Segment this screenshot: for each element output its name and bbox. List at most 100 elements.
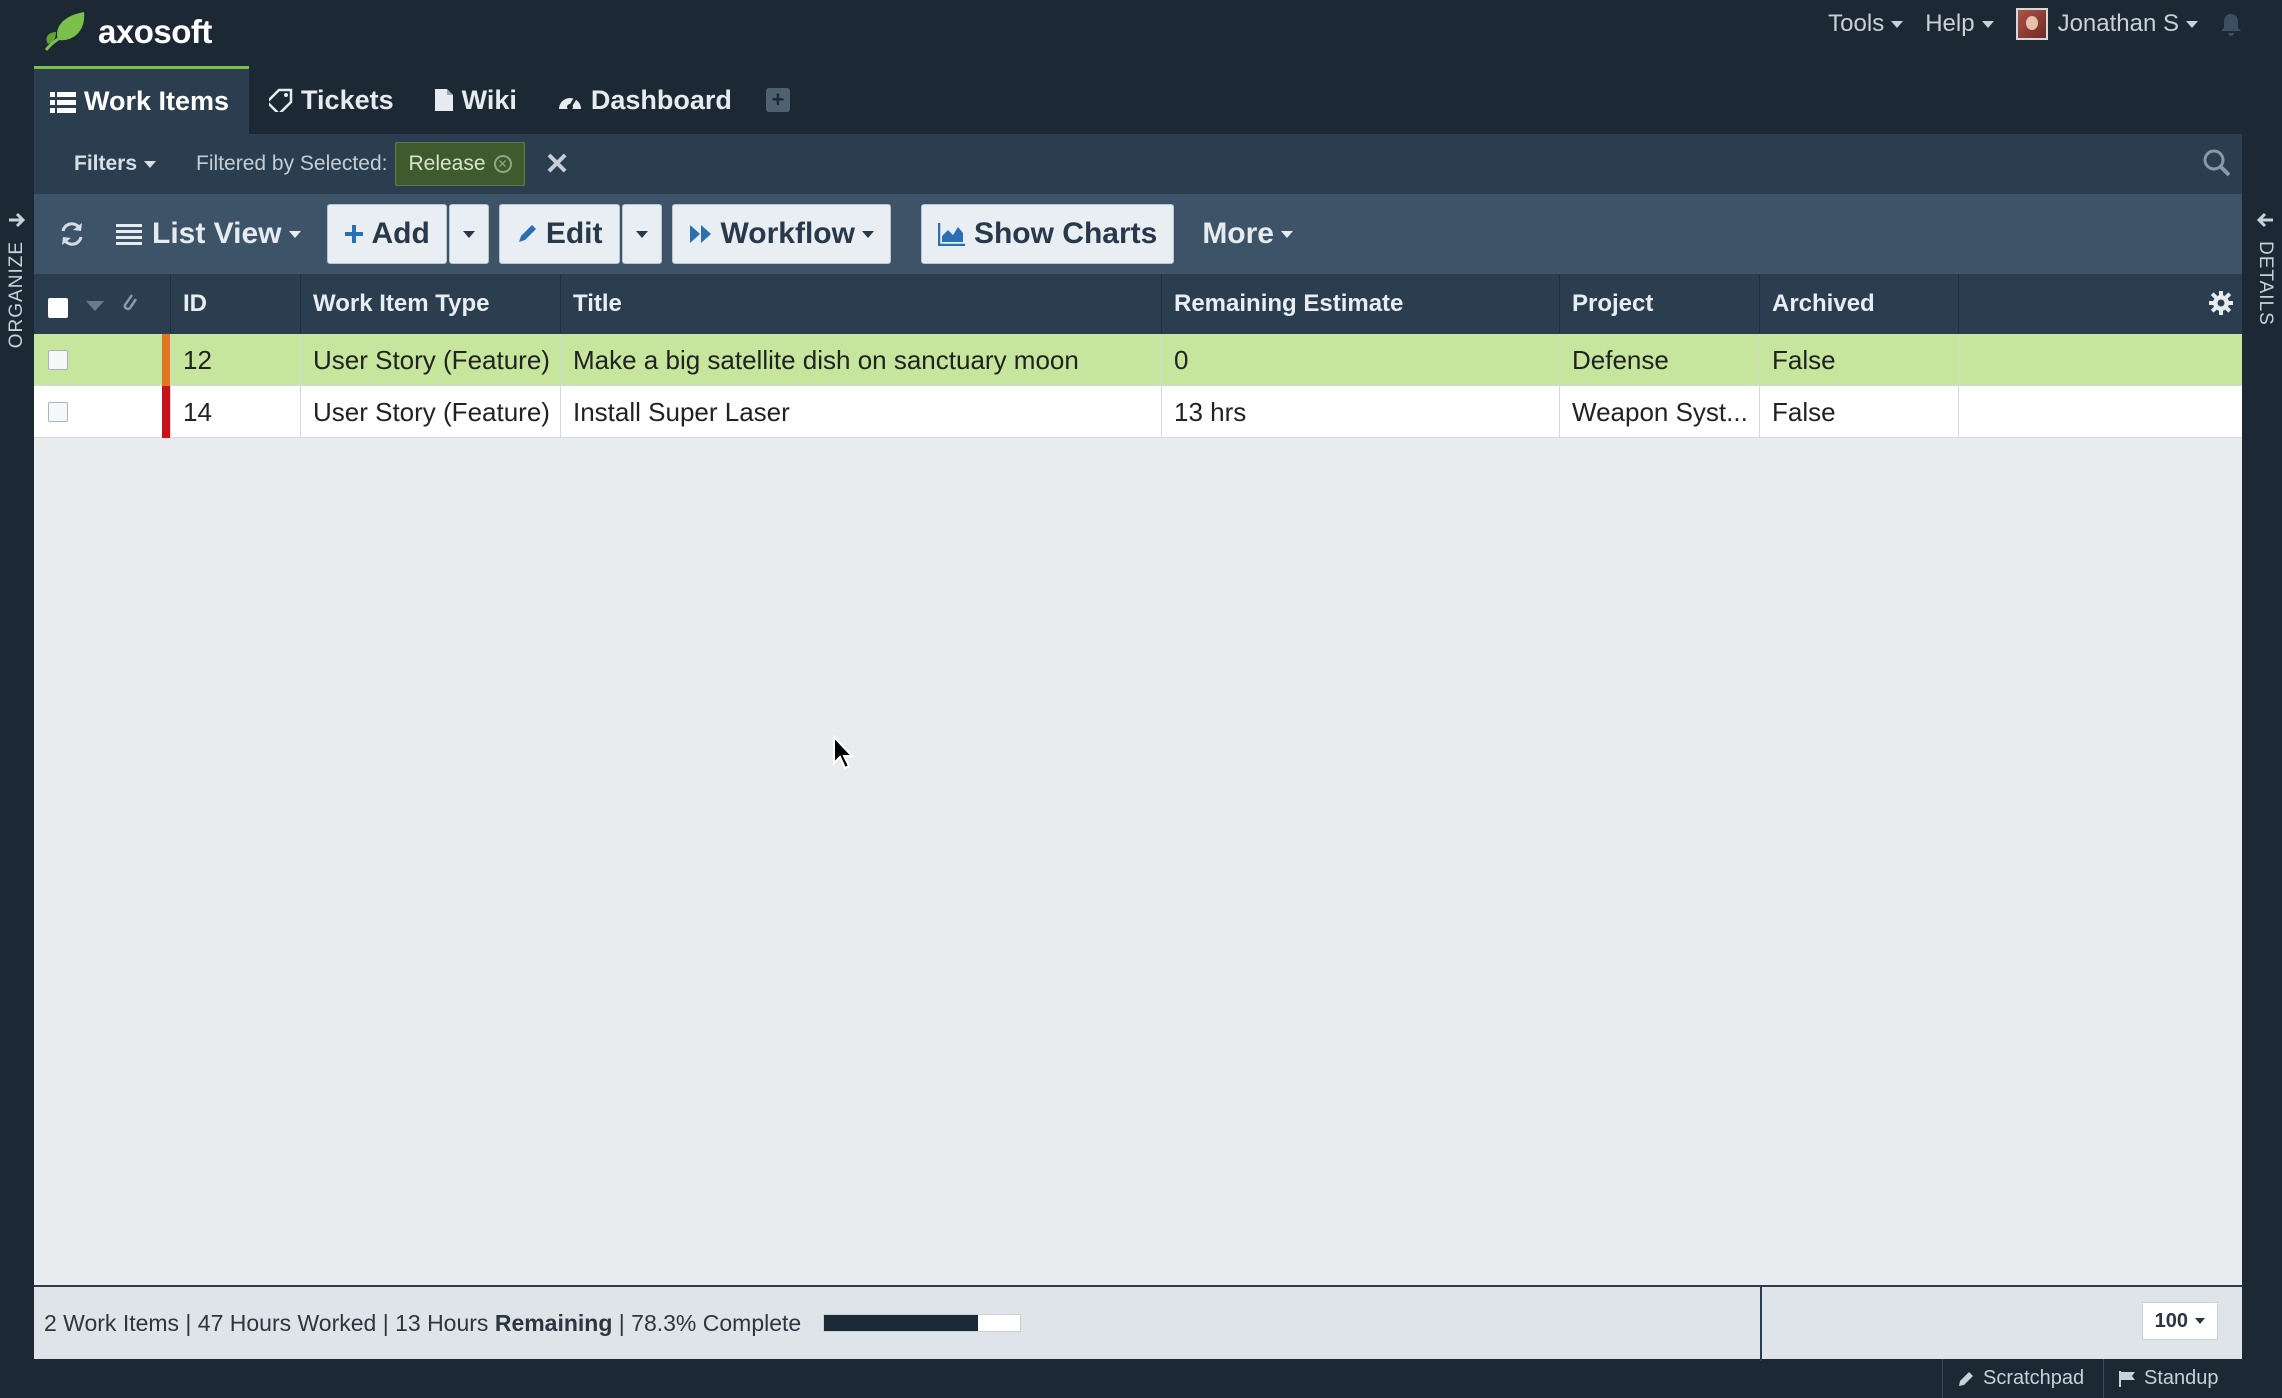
bell-icon[interactable] [2220, 12, 2242, 36]
flag-icon [2118, 1370, 2136, 1388]
clear-filter-icon[interactable]: ✕ [545, 147, 570, 182]
edit-button[interactable]: Edit [498, 204, 620, 264]
page-size-dropdown[interactable]: 100 [2141, 1302, 2218, 1340]
arrow-right-icon [7, 210, 27, 235]
list-view-dropdown[interactable]: List View [116, 217, 301, 251]
tab-label: Tickets [301, 84, 394, 115]
cell-remaining-estimate: 13 hrs [1162, 386, 1560, 438]
sort-caret-icon[interactable] [86, 291, 104, 319]
axosoft-logo[interactable]: axosoft [40, 8, 212, 56]
tab-dashboard[interactable]: Dashboard [537, 66, 752, 134]
tools-menu[interactable]: Tools [1828, 10, 1904, 38]
column-header-filler [1959, 274, 2242, 334]
priority-indicator [162, 334, 170, 386]
scratchpad-button[interactable]: Scratchpad [1942, 1359, 2098, 1398]
more-label: More [1202, 217, 1274, 250]
chevron-down-icon [2186, 20, 2198, 28]
add-label: Add [371, 217, 430, 250]
ticket-icon [269, 88, 293, 112]
user-menu[interactable]: Jonathan S [2015, 8, 2198, 40]
cell-id: 12 [171, 334, 301, 386]
remove-chip-icon[interactable]: ✕ [493, 155, 512, 173]
chevron-down-icon [1281, 230, 1293, 238]
standup-label: Standup [2144, 1367, 2219, 1389]
list-icon [50, 91, 76, 113]
pencil-icon [1957, 1370, 1975, 1388]
column-label: Archived [1772, 290, 1875, 317]
tab-label: Dashboard [590, 84, 732, 115]
filter-bar: Filters Filtered by Selected: Release ✕ … [34, 134, 2242, 194]
tab-work-items[interactable]: Work Items [34, 66, 250, 134]
add-tab-icon[interactable]: + [765, 87, 790, 112]
edit-dropdown-button[interactable] [621, 204, 662, 264]
filters-label: Filters [74, 152, 138, 175]
row-select-cell [34, 386, 171, 438]
workflow-button[interactable]: Workflow [671, 204, 891, 264]
organize-panel-toggle[interactable]: ORGANIZE [0, 210, 34, 348]
add-button-group: Add [326, 204, 489, 264]
chip-label: Release [408, 152, 486, 175]
tab-label: Wiki [461, 84, 517, 115]
cell-title: Make a big satellite dish on sanctuary m… [561, 334, 1162, 386]
more-dropdown[interactable]: More [1202, 217, 1293, 251]
row-checkbox[interactable] [48, 402, 68, 422]
dashboard-icon [557, 89, 583, 111]
select-all-checkbox[interactable] [48, 298, 68, 318]
tab-tickets[interactable]: Tickets [249, 66, 414, 134]
column-header-id[interactable]: ID [171, 274, 301, 334]
cell-archived: False [1760, 386, 1959, 438]
document-icon [434, 88, 454, 112]
release-filter-chip[interactable]: Release ✕ [395, 142, 525, 186]
search-icon[interactable] [2202, 148, 2232, 183]
refresh-icon[interactable] [58, 220, 86, 248]
table-row[interactable]: 12 User Story (Feature) Make a big satel… [34, 334, 2242, 386]
edit-label: Edit [545, 217, 603, 250]
chevron-down-icon [144, 160, 157, 168]
add-button[interactable]: Add [326, 204, 447, 264]
cell-filler [1959, 386, 2242, 438]
status-summary-prefix: 2 Work Items | 47 Hours Worked | 13 Hour… [44, 1309, 495, 1336]
chevron-down-icon [288, 230, 301, 238]
column-header-title[interactable]: Title [561, 274, 1162, 334]
tab-wiki[interactable]: Wiki [414, 66, 537, 134]
cell-work-item-type: User Story (Feature) [301, 334, 561, 386]
paperclip-icon[interactable] [120, 291, 138, 320]
toolbar: List View Add Edit Workflow Show Charts … [34, 194, 2242, 274]
status-summary: 2 Work Items | 47 Hours Worked | 13 Hour… [44, 1310, 801, 1337]
column-header-work-item-type[interactable]: Work Item Type [301, 274, 561, 334]
table-row[interactable]: 14 User Story (Feature) Install Super La… [34, 386, 2242, 438]
bottom-bar: Scratchpad Standup [0, 1359, 2282, 1398]
tab-label: Work Items [84, 86, 230, 116]
pencil-icon [516, 223, 538, 245]
cell-project: Weapon Syst... [1560, 386, 1760, 438]
show-charts-button[interactable]: Show Charts [920, 204, 1175, 264]
filters-dropdown[interactable]: Filters [74, 152, 157, 176]
chevron-down-icon [2195, 1318, 2205, 1324]
fast-forward-icon [689, 223, 713, 245]
details-panel-toggle[interactable]: DETAILS [2248, 210, 2282, 326]
avatar [2015, 8, 2048, 40]
row-checkbox[interactable] [48, 350, 68, 370]
help-label: Help [1925, 10, 1975, 37]
edit-button-group: Edit [498, 204, 662, 264]
chevron-down-icon [1891, 20, 1904, 28]
arrow-left-icon [2255, 210, 2275, 235]
row-select-cell [34, 334, 171, 386]
details-label: DETAILS [2255, 241, 2276, 326]
organize-label: ORGANIZE [6, 241, 27, 349]
column-label: Project [1572, 290, 1654, 317]
status-divider [1760, 1287, 1762, 1361]
chevron-down-icon [1981, 20, 1994, 28]
cell-project: Defense [1560, 334, 1760, 386]
add-dropdown-button[interactable] [448, 204, 489, 264]
standup-button[interactable]: Standup [2103, 1359, 2233, 1398]
help-menu[interactable]: Help [1925, 10, 1994, 38]
column-header-remaining-estimate[interactable]: Remaining Estimate [1162, 274, 1560, 334]
status-summary-suffix: | 78.3% Complete [612, 1309, 802, 1336]
column-header-archived[interactable]: Archived [1760, 274, 1959, 334]
work-items-grid: ID Work Item Type Title Remaining Estima… [34, 274, 2242, 1285]
show-charts-label: Show Charts [973, 217, 1158, 250]
column-header-project[interactable]: Project [1560, 274, 1760, 334]
column-label: Title [573, 290, 622, 317]
gear-icon[interactable] [2208, 290, 2234, 323]
